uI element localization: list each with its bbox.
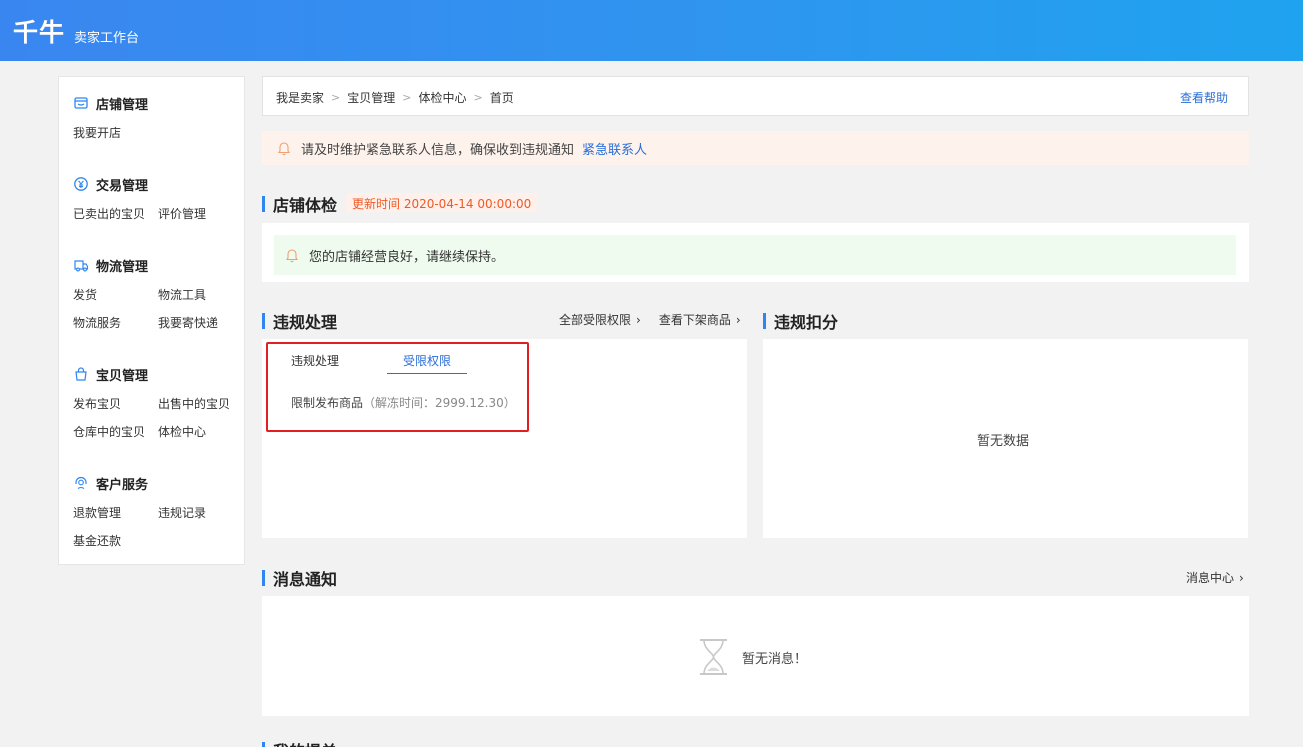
- chevron-right-icon: ›: [1239, 570, 1244, 585]
- chevron-right-icon: >: [331, 91, 341, 104]
- violations-links: 全部受限权限 › 查看下架商品 ›: [559, 311, 741, 328]
- chevron-right-icon: >: [402, 91, 412, 104]
- top-header: 千牛 卖家工作台: [0, 0, 1303, 61]
- app-subtitle: 卖家工作台: [74, 31, 140, 46]
- update-time-badge: 更新时间 2020-04-14 00:00:00: [346, 193, 538, 212]
- breadcrumb-trail: 我是卖家 > 宝贝管理 > 体检中心 > 首页: [276, 89, 514, 106]
- heading-bar: [262, 196, 265, 212]
- shop-status-box: 您的店铺经营良好，请继续保持。: [274, 235, 1236, 275]
- bag-icon: [75, 367, 87, 381]
- chevron-right-icon: ›: [636, 312, 641, 327]
- shop-check-heading: 店铺体检: [262, 192, 337, 216]
- messages-heading: 消息通知: [262, 566, 337, 590]
- sidebar: 店铺管理 我要开店 交易管理 已卖出的宝贝 评价管理 物流管理 发货 物流工具 …: [58, 76, 245, 565]
- breadcrumb-item-current: 首页: [489, 91, 514, 105]
- sidebar-link-refunds[interactable]: 退款管理: [73, 504, 121, 521]
- bell-icon: [277, 142, 291, 156]
- sidebar-section-title: 物流管理: [73, 256, 148, 275]
- sidebar-link-items-in-warehouse[interactable]: 仓库中的宝贝: [73, 423, 145, 440]
- heading-bar: [763, 313, 766, 329]
- sidebar-section-title: 交易管理: [73, 175, 148, 194]
- sidebar-link-logistics-tools[interactable]: 物流工具: [158, 286, 206, 303]
- messages-empty-text: 暂无消息！: [742, 652, 808, 667]
- shop-status-text: 您的店铺经营良好，请继续保持。: [309, 249, 505, 265]
- heading-bar: [262, 742, 265, 747]
- breadcrumb-item[interactable]: 宝贝管理: [347, 89, 395, 106]
- sidebar-link-send-express[interactable]: 我要寄快递: [158, 314, 218, 331]
- sidebar-link-logistics-service[interactable]: 物流服务: [73, 314, 121, 331]
- help-link[interactable]: 查看帮助: [1180, 89, 1228, 106]
- my-tickets-heading: 我的提单: [262, 738, 337, 747]
- offshelf-items-link[interactable]: 查看下架商品: [659, 311, 731, 328]
- sidebar-link-items-on-sale[interactable]: 出售中的宝贝: [158, 395, 230, 412]
- bell-icon: [285, 249, 299, 263]
- breadcrumb: 我是卖家 > 宝贝管理 > 体检中心 > 首页 查看帮助: [262, 76, 1249, 116]
- deduction-heading: 违规扣分: [763, 309, 838, 333]
- deduction-empty-text: 暂无数据: [977, 434, 1030, 449]
- headset-icon: [75, 476, 87, 489]
- sidebar-section-title: 客户服务: [73, 474, 148, 493]
- breadcrumb-item[interactable]: 我是卖家: [276, 89, 324, 106]
- store-icon: [74, 97, 88, 109]
- sidebar-link-reviews[interactable]: 评价管理: [158, 205, 206, 222]
- chevron-right-icon: >: [473, 91, 483, 104]
- sidebar-link-fund-repayment[interactable]: 基金还款: [73, 532, 121, 549]
- all-restrictions-link[interactable]: 全部受限权限: [559, 311, 631, 328]
- hourglass-icon: [700, 639, 727, 675]
- message-center-link[interactable]: 消息中心: [1186, 569, 1234, 586]
- chevron-right-icon: ›: [735, 312, 741, 327]
- sidebar-link-open-store[interactable]: 我要开店: [73, 124, 121, 141]
- app-logo[interactable]: 千牛: [13, 13, 65, 49]
- breadcrumb-item[interactable]: 体检中心: [418, 89, 466, 106]
- sidebar-link-health-center[interactable]: 体检中心: [158, 423, 206, 440]
- sidebar-link-sold-items[interactable]: 已卖出的宝贝: [73, 205, 145, 222]
- emergency-contact-link[interactable]: 紧急联系人: [582, 139, 647, 158]
- sidebar-link-ship[interactable]: 发货: [73, 286, 97, 303]
- sidebar-section-title: 宝贝管理: [73, 365, 148, 384]
- yen-icon: [74, 177, 88, 191]
- sidebar-link-publish-item[interactable]: 发布宝贝: [73, 395, 121, 412]
- heading-bar: [262, 313, 265, 329]
- alert-text: 请及时维护紧急联系人信息，确保收到违规通知: [301, 142, 575, 158]
- highlight-frame: [266, 342, 529, 432]
- truck-icon: [74, 260, 89, 272]
- sidebar-section-title: 店铺管理: [73, 94, 148, 113]
- sidebar-link-violation-records[interactable]: 违规记录: [158, 504, 206, 521]
- heading-bar: [262, 570, 265, 586]
- messages-links: 消息中心 ›: [1186, 569, 1244, 586]
- violations-heading: 违规处理: [262, 309, 337, 333]
- contact-alert-banner: 请及时维护紧急联系人信息，确保收到违规通知 紧急联系人: [262, 131, 1249, 165]
